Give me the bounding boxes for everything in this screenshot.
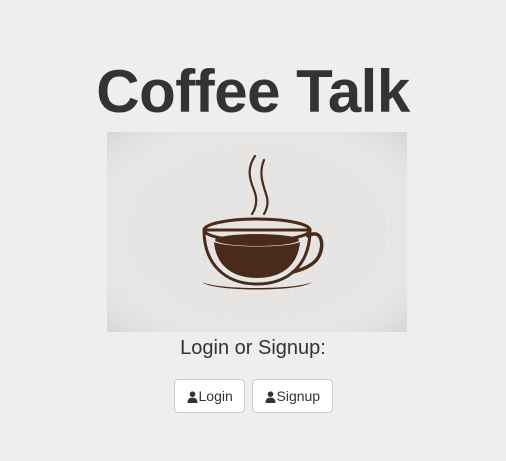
app-title: Coffee Talk — [96, 58, 410, 125]
login-or-signup-prompt: Login or Signup: — [180, 337, 326, 359]
signup-button-label: Signup — [276, 388, 321, 404]
auth-button-group: Login Signup — [0, 379, 506, 413]
user-icon — [187, 390, 198, 403]
login-button-label: Login — [198, 388, 233, 404]
coffee-cup-icon — [107, 132, 407, 332]
signup-button[interactable]: Signup — [251, 379, 333, 413]
user-icon — [265, 390, 276, 403]
login-button[interactable]: Login — [173, 379, 245, 413]
coffee-logo-image — [107, 132, 407, 332]
